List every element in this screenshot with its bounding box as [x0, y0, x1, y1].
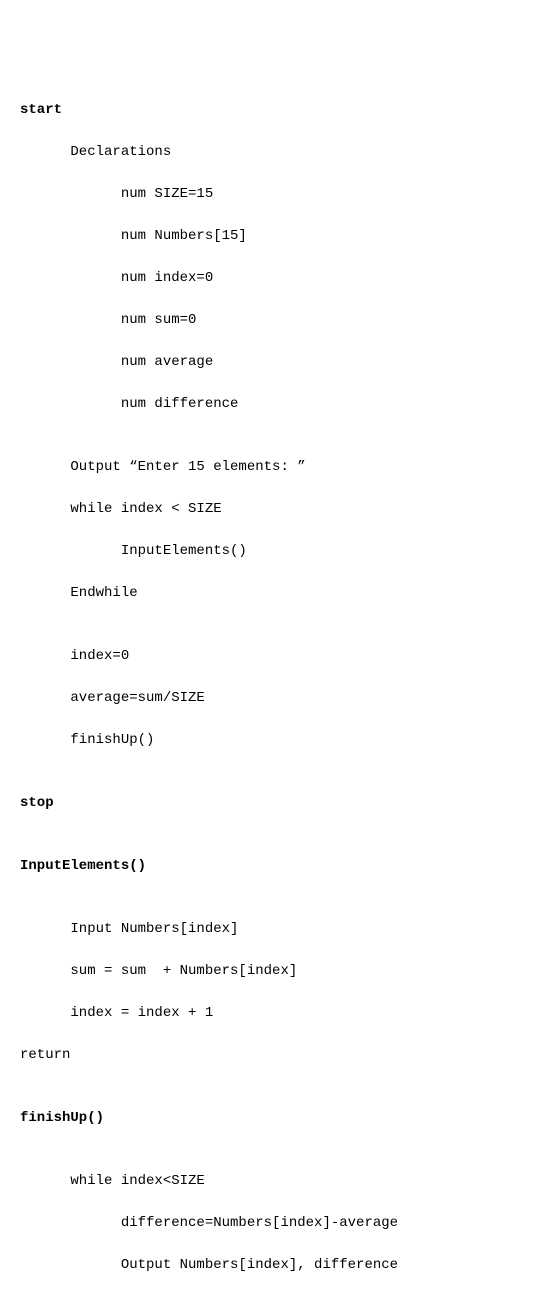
- code-line: index=0: [20, 646, 529, 667]
- code-line: index = index + 1: [20, 1003, 529, 1024]
- code-line: InputElements(): [20, 541, 529, 562]
- code-line: while index < SIZE: [20, 499, 529, 520]
- code-line: num sum=0: [20, 310, 529, 331]
- function-header-finishup: finishUp(): [20, 1108, 529, 1129]
- code-line: Input Numbers[index]: [20, 919, 529, 940]
- function-header-inputelements: InputElements(): [20, 856, 529, 877]
- code-line: while index<SIZE: [20, 1171, 529, 1192]
- code-line: average=sum/SIZE: [20, 688, 529, 709]
- code-line: finishUp(): [20, 730, 529, 751]
- code-line: Output “Enter 15 elements: ”: [20, 457, 529, 478]
- code-line: return: [20, 1045, 529, 1066]
- code-line: num index=0: [20, 268, 529, 289]
- code-line: Output Numbers[index], difference: [20, 1255, 529, 1276]
- code-line: Endwhile: [20, 583, 529, 604]
- code-line: num average: [20, 352, 529, 373]
- code-line: num SIZE=15: [20, 184, 529, 205]
- code-line: difference=Numbers[index]-average: [20, 1213, 529, 1234]
- code-line: sum = sum + Numbers[index]: [20, 961, 529, 982]
- keyword-start: start: [20, 100, 529, 121]
- keyword-stop: stop: [20, 793, 529, 814]
- code-line: num difference: [20, 394, 529, 415]
- code-line: Declarations: [20, 142, 529, 163]
- code-line: num Numbers[15]: [20, 226, 529, 247]
